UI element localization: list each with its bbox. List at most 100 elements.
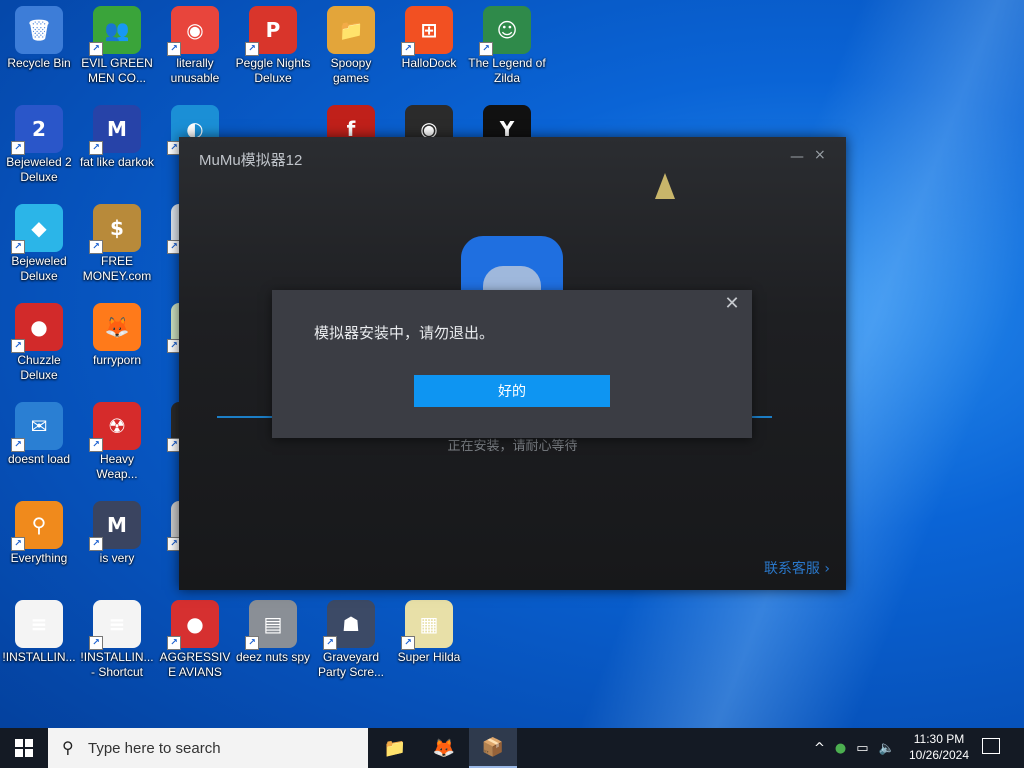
app-icon: ● ↗ (11, 303, 63, 353)
shortcut-arrow-icon: ↗ (89, 537, 103, 551)
desktop-icon[interactable]: ☢ ↗ Heavy Weap... (78, 398, 156, 494)
shortcut-arrow-icon: ↗ (167, 42, 181, 56)
app-icon: 👥 ↗ (89, 6, 141, 56)
desktop-icon-label: Everything (10, 551, 68, 565)
desktop-icon-label: Super Hilda (397, 650, 461, 664)
desktop-icon-label: fat like darkok (79, 155, 155, 169)
app-icon: 🦊 (93, 303, 141, 351)
cursor-decoration (655, 173, 675, 199)
desktop-icon-label: EVIL GREEN MEN CO... (81, 56, 153, 85)
shortcut-arrow-icon: ↗ (167, 636, 181, 650)
app-icon: $ ↗ (89, 204, 141, 254)
shortcut-arrow-icon: ↗ (401, 636, 415, 650)
search-icon: ⚲ (62, 738, 74, 757)
window-title: MuMu模拟器12 (199, 152, 303, 169)
desktop-icon[interactable]: ☗ ↗ Graveyard Party Scre... (312, 596, 390, 692)
desktop-icon[interactable]: 🗑 Recycle Bin (0, 2, 78, 98)
app-icon: ≡ (15, 600, 63, 648)
app-icon: ✉ ↗ (11, 402, 63, 452)
shortcut-arrow-icon: ↗ (89, 636, 103, 650)
desktop-icon[interactable]: ≡ !INSTALLIN... (0, 596, 78, 692)
desktop-icon[interactable]: ≡ ↗ !INSTALLIN... - Shortcut (78, 596, 156, 692)
app-icon: ▦ ↗ (401, 600, 453, 650)
shortcut-arrow-icon: ↗ (89, 240, 103, 254)
shortcut-arrow-icon: ↗ (323, 636, 337, 650)
shortcut-arrow-icon: ↗ (11, 438, 25, 452)
desktop-icon[interactable]: 👥 ↗ EVIL GREEN MEN CO... (78, 2, 156, 98)
desktop-icon[interactable]: P ↗ Peggle Nights Deluxe (234, 2, 312, 98)
ok-button[interactable]: 好的 (414, 375, 610, 407)
taskbar: ⚲ Type here to search 📁 🦊 📦 ^ ● ▭ 🔈 11:30 … (0, 728, 1024, 768)
desktop-icon-label: deez nuts spy (235, 650, 311, 664)
chevron-up-icon[interactable]: ^ (814, 741, 825, 756)
desktop-icon-label: Graveyard Party Scre... (317, 650, 385, 679)
close-button[interactable]: × (814, 147, 826, 163)
app-icon: ☗ ↗ (323, 600, 375, 650)
desktop-icon[interactable]: 📁 Spoopy games (312, 2, 390, 98)
desktop-icon[interactable]: ◉ ↗ literally unusable (156, 2, 234, 98)
desktop-icon-label: Spoopy games (330, 56, 372, 85)
desktop-icon[interactable]: M ↗ is very (78, 497, 156, 593)
desktop-icon[interactable]: ◆ ↗ Bejeweled Deluxe (0, 200, 78, 296)
taskbar-app-firefox[interactable]: 🦊 (420, 728, 468, 768)
desktop-icon-label: is very (99, 551, 135, 565)
desktop-icon-label: Bejeweled Deluxe (11, 254, 67, 283)
install-warning-dialog: 模拟器安装中，请勿退出。 ✕ 好的 (272, 290, 752, 438)
app-icon: ▤ ↗ (245, 600, 297, 650)
app-icon: ☺ ↗ (479, 6, 531, 56)
app-icon: 📁 (327, 6, 375, 54)
desktop-icon-label: HalloDock (401, 56, 457, 70)
desktop-icon[interactable]: ● ↗ Chuzzle Deluxe (0, 299, 78, 395)
app-icon: ◉↗ (167, 6, 219, 56)
shortcut-arrow-icon: ↗ (11, 141, 25, 155)
start-button[interactable] (0, 728, 48, 768)
search-placeholder: Type here to search (88, 740, 221, 757)
shortcut-arrow-icon: ↗ (11, 339, 25, 353)
desktop-icon[interactable]: ▤ ↗ deez nuts spy (234, 596, 312, 692)
shortcut-arrow-icon: ↗ (401, 42, 415, 56)
desktop-icon-label: The Legend of Zilda (468, 56, 546, 85)
shortcut-arrow-icon: ↗ (11, 240, 25, 254)
clock[interactable]: 11:30 PM 10/26/2024 (900, 731, 978, 763)
app-icon: ● ↗ (167, 600, 219, 650)
desktop-icon[interactable]: ▦ ↗ Super Hilda (390, 596, 468, 692)
desktop-icon[interactable]: ✉ ↗ doesnt load (0, 398, 78, 494)
system-tray: ^ ● ▭ 🔈 (814, 728, 898, 768)
desktop-icon[interactable]: ⚲ ↗ Everything (0, 497, 78, 593)
desktop-icon[interactable]: $ ↗ FREE MONEY.com (78, 200, 156, 296)
contact-support-link[interactable]: 联系客服 › (764, 558, 830, 578)
desktop-icon-label: !INSTALLIN... (2, 650, 76, 664)
desktop-icon[interactable]: 2 ↗ Bejeweled 2 Deluxe (0, 101, 78, 197)
desktop-icon[interactable]: ☺ ↗ The Legend of Zilda (468, 2, 546, 98)
dialog-message: 模拟器安装中，请勿退出。 (314, 324, 495, 342)
volume-icon[interactable]: 🔈 (879, 741, 895, 756)
desktop-icon[interactable]: ● ↗ AGGRESSIVE AVIANS (156, 596, 234, 692)
shortcut-arrow-icon: ↗ (89, 141, 103, 155)
desktop-icon-label: literally unusable (170, 56, 220, 85)
desktop-icon-label: !INSTALLIN... - Shortcut (80, 650, 154, 679)
shortcut-arrow-icon: ↗ (245, 42, 259, 56)
app-icon: P ↗ (245, 6, 297, 56)
desktop-icon-label: Recycle Bin (7, 56, 71, 70)
notification-icon[interactable] (982, 738, 1000, 754)
taskbar-search[interactable]: ⚲ Type here to search (48, 728, 368, 768)
network-icon[interactable]: ▭ (856, 741, 868, 756)
clock-time: 11:30 PM (913, 732, 965, 746)
desktop-icon[interactable]: 🦊 furryporn (78, 299, 156, 395)
app-icon: M ↗ (89, 501, 141, 551)
shortcut-arrow-icon: ↗ (245, 636, 259, 650)
app-icon: 🗑 (15, 6, 63, 54)
people-icon[interactable]: ● (835, 741, 846, 756)
app-icon: ⊞ ↗ (401, 6, 453, 56)
file-explorer-icon: 📁 (383, 737, 407, 759)
shortcut-arrow-icon: ↗ (11, 537, 25, 551)
app-icon: ☢ ↗ (89, 402, 141, 452)
app-icon: ⚲ ↗ (11, 501, 63, 551)
taskbar-app-installer[interactable]: 📦 (469, 728, 517, 768)
desktop-icon[interactable]: ⊞ ↗ HalloDock (390, 2, 468, 98)
dialog-close-icon[interactable]: ✕ (724, 295, 740, 313)
app-icon: 2 ↗ (11, 105, 63, 155)
desktop-icon[interactable]: M ↗ fat like darkok (78, 101, 156, 197)
minimize-button[interactable]: — (790, 149, 804, 165)
taskbar-app-file-explorer[interactable]: 📁 (371, 728, 419, 768)
